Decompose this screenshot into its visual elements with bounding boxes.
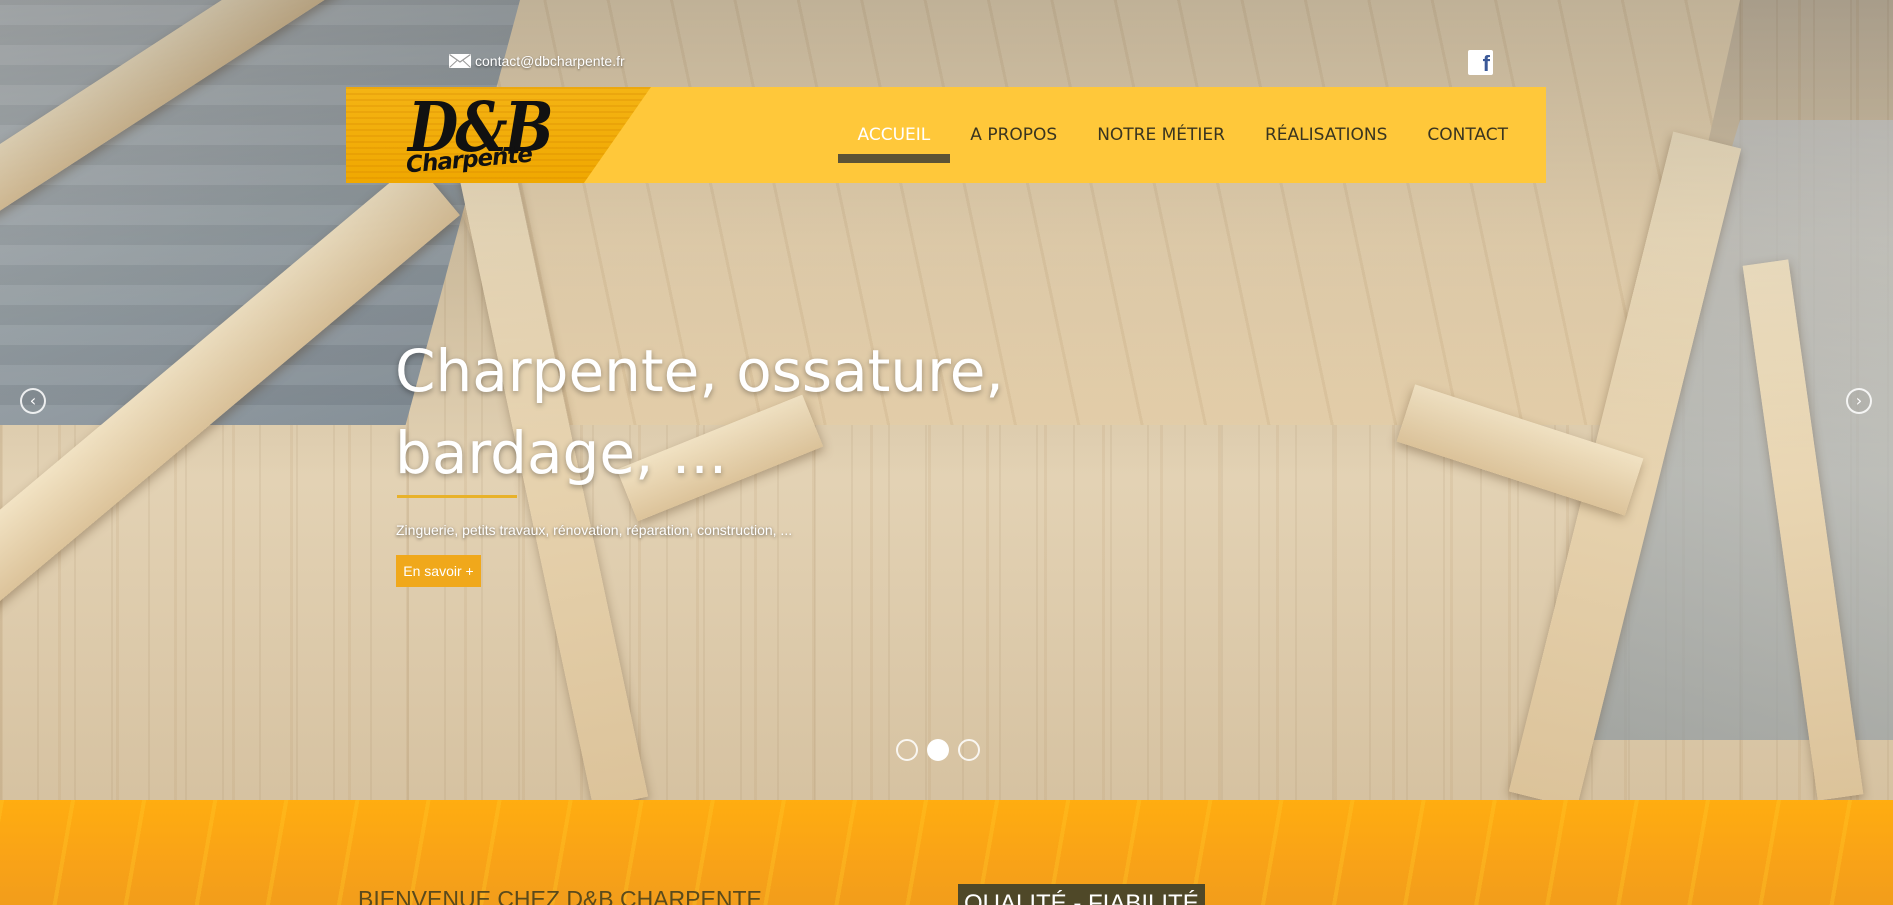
hero-subtitle: Zinguerie, petits travaux, rénovation, r… <box>396 522 793 538</box>
hero-divider <box>397 495 517 498</box>
nav-item-contact[interactable]: CONTACT <box>1407 87 1528 183</box>
contact-email-text: contact@dbcharpente.fr <box>475 53 625 69</box>
slider-dot-1[interactable] <box>896 739 918 761</box>
slider-dots <box>896 739 980 761</box>
main-navbar: D&B Charpente ACCUEIL A PROPOS NOTRE MÉTIE… <box>346 87 1546 183</box>
nav-item-notre-métier[interactable]: NOTRE MÉTIER <box>1077 87 1245 183</box>
welcome-section: BIENVENUE CHEZ D&B CHARPENTE QUALITÉ - F… <box>0 800 1893 905</box>
hero-title-line1: Charpente, ossature, <box>395 337 1004 405</box>
welcome-title: BIENVENUE CHEZ D&B CHARPENTE <box>358 886 762 905</box>
logo[interactable]: D&B Charpente <box>346 87 651 183</box>
contact-email-link[interactable]: contact@dbcharpente.fr <box>449 51 625 71</box>
learn-more-button[interactable]: En savoir + <box>396 555 481 587</box>
envelope-icon <box>449 54 471 68</box>
hero-title: Charpente, ossature, bardage, ... <box>395 330 1035 494</box>
hero-title-line2: bardage, ... <box>395 419 728 487</box>
nav-item-accueil[interactable]: ACCUEIL <box>837 87 951 183</box>
facebook-icon[interactable]: f <box>1468 50 1493 75</box>
slider-dot-2[interactable] <box>927 739 949 761</box>
nav-item-réalisations[interactable]: RÉALISATIONS <box>1245 87 1407 183</box>
slider-next-arrow-icon[interactable]: › <box>1846 388 1872 414</box>
nav-menu: ACCUEIL A PROPOS NOTRE MÉTIER RÉALISATIONS C… <box>837 87 1528 183</box>
slider-dot-3[interactable] <box>958 739 980 761</box>
slider-prev-arrow-icon[interactable]: ‹ <box>20 388 46 414</box>
quality-badge: QUALITÉ - FIABILITÉ <box>958 884 1205 905</box>
nav-item-a-propos[interactable]: A PROPOS <box>950 87 1077 183</box>
